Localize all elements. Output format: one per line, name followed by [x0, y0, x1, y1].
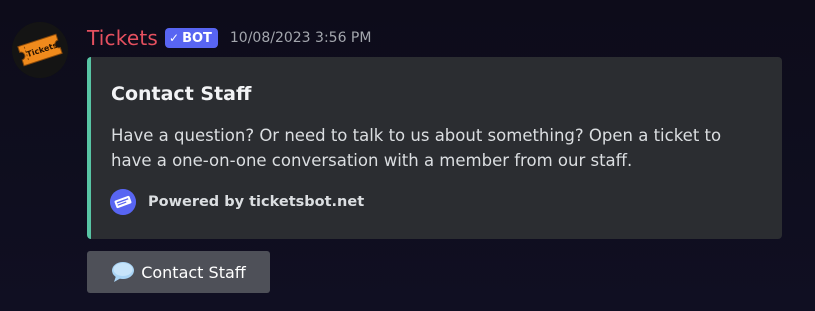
- embed-title: Contact Staff: [111, 83, 252, 105]
- embed-footer-text: Powered by ticketsbot.net: [148, 194, 365, 210]
- tickets-logo-icon: [110, 189, 136, 215]
- message-timestamp[interactable]: 10/08/2023 3:56 PM: [230, 30, 372, 46]
- message-header: Tickets ✓ BOT 10/08/2023 3:56 PM: [87, 24, 371, 52]
- author-name[interactable]: Tickets: [87, 26, 158, 50]
- bot-tag: ✓ BOT: [165, 28, 218, 48]
- bot-avatar[interactable]: Tickets: [12, 22, 68, 78]
- chat-message: Tickets Tickets ✓ BOT 10/08/2023 3:56 PM…: [0, 0, 815, 311]
- embed-footer: Powered by ticketsbot.net: [110, 189, 364, 215]
- ticket-icon: Tickets: [12, 22, 68, 78]
- contact-staff-button[interactable]: Contact Staff: [87, 251, 270, 293]
- speech-balloon-icon: [111, 261, 135, 283]
- contact-staff-label: Contact Staff: [141, 262, 246, 282]
- embed-description: Have a question? Or need to talk to us a…: [111, 126, 722, 170]
- embed-card: Contact Staff Have a question? Or need t…: [87, 57, 782, 239]
- verified-check-icon: ✓: [169, 31, 180, 45]
- bot-tag-label: BOT: [182, 30, 212, 46]
